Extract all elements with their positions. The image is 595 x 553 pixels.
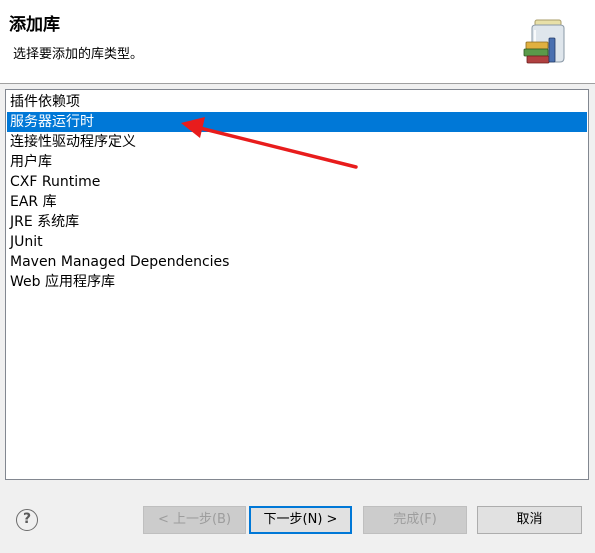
list-item[interactable]: Maven Managed Dependencies — [7, 252, 587, 272]
dialog-title: 添加库 — [9, 15, 60, 35]
list-item[interactable]: 用户库 — [7, 152, 587, 172]
list-item[interactable]: Web 应用程序库 — [7, 272, 587, 292]
library-type-list[interactable]: 插件依赖项 服务器运行时 连接性驱动程序定义 用户库 CXF Runtime E… — [5, 89, 589, 480]
list-item[interactable]: 插件依赖项 — [7, 92, 587, 112]
next-button[interactable]: 下一步(N) > — [249, 506, 352, 534]
list-item[interactable]: JUnit — [7, 232, 587, 252]
dialog-description: 选择要添加的库类型。 — [13, 47, 144, 62]
list-item[interactable]: EAR 库 — [7, 192, 587, 212]
list-item[interactable]: JRE 系统库 — [7, 212, 587, 232]
list-item[interactable]: 连接性驱动程序定义 — [7, 132, 587, 152]
list-item[interactable]: CXF Runtime — [7, 172, 587, 192]
finish-button[interactable]: 完成(F) — [363, 506, 467, 534]
help-icon[interactable]: ? — [16, 509, 38, 531]
dialog-header: 添加库 选择要添加的库类型。 — [0, 0, 595, 68]
back-button[interactable]: < 上一步(B) — [143, 506, 246, 534]
library-jar-books-icon — [518, 12, 576, 66]
cancel-button[interactable]: 取消 — [477, 506, 582, 534]
list-item-selected[interactable]: 服务器运行时 — [7, 112, 587, 132]
